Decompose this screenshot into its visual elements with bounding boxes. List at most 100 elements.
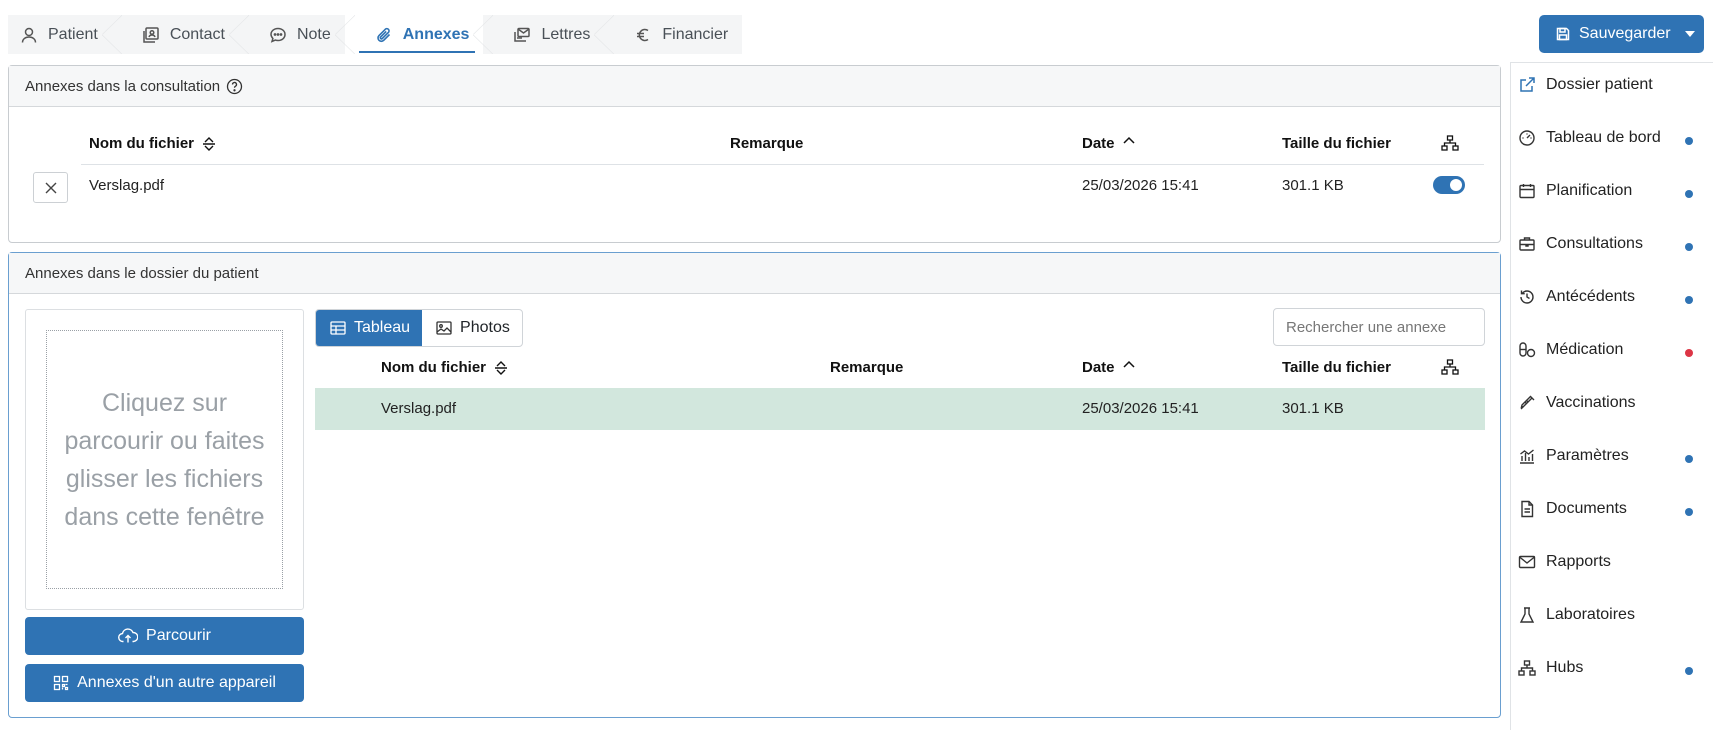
status-dot	[1685, 296, 1693, 304]
tab-label: Lettres	[541, 25, 591, 43]
save-dropdown-toggle[interactable]	[1676, 15, 1704, 53]
view-photos-button[interactable]: Photos	[422, 310, 522, 346]
sidebar-item-parametres[interactable]: Paramètres	[1518, 447, 1708, 465]
table-row[interactable]: Verslag.pdf 25/03/2026 15:41 301.1 KB	[315, 388, 1485, 430]
sidebar-item-label: Planification	[1546, 182, 1633, 199]
column-label: Remarque	[730, 135, 804, 152]
euro-icon	[634, 26, 652, 44]
sidebar-item-medication[interactable]: Médication	[1518, 341, 1708, 359]
view-table-label: Tableau	[354, 319, 411, 336]
file-size: 301.1 KB	[1282, 177, 1344, 194]
briefcase-icon	[1518, 235, 1536, 253]
network-icon	[1518, 659, 1536, 677]
status-dot	[1685, 455, 1693, 463]
sidebar-item-label: Laboratoires	[1546, 606, 1635, 623]
browse-button[interactable]: Parcourir	[25, 617, 304, 655]
tab-note[interactable]: Note	[239, 15, 355, 54]
sort-both-icon	[494, 360, 508, 376]
sidebar-item-documents[interactable]: Documents	[1518, 500, 1708, 518]
tab-label: Patient	[48, 25, 98, 43]
search-attachment-input[interactable]	[1273, 308, 1485, 346]
column-label: Nom du fichier	[381, 359, 487, 376]
other-device-button[interactable]: Annexes d'un autre appareil	[25, 664, 304, 702]
dashboard-icon	[1518, 129, 1536, 147]
sidebar-item-label: Dossier patient	[1546, 76, 1653, 93]
image-icon	[436, 321, 452, 335]
column-header-size[interactable]: Taille du fichier	[1282, 359, 1391, 376]
toggle-knob	[1450, 179, 1462, 191]
share-hub-toggle[interactable]	[1433, 176, 1465, 194]
caret-down-icon	[1685, 31, 1695, 37]
column-header-date[interactable]: Date	[1082, 135, 1135, 152]
sidebar-item-laboratoires[interactable]: Laboratoires	[1518, 606, 1708, 624]
file-date: 25/03/2026 15:41	[1082, 177, 1199, 194]
letters-icon	[513, 26, 531, 44]
consultation-annexes-panel: Annexes dans la consultation Nom du fich…	[8, 65, 1501, 243]
dropzone-text: Cliquez sur parcourir ou faites glisser …	[46, 330, 283, 589]
help-icon[interactable]	[226, 78, 243, 95]
document-icon	[1518, 500, 1536, 518]
column-label: Date	[1082, 135, 1115, 152]
sidebar-item-label: Antécédents	[1546, 288, 1635, 305]
file-size: 301.1 KB	[1282, 400, 1344, 417]
tab-label: Contact	[169, 25, 225, 43]
tab-annexes[interactable]: Annexes	[344, 15, 494, 54]
column-header-size[interactable]: Taille du fichier	[1282, 135, 1391, 152]
sidebar-item-vaccinations[interactable]: Vaccinations	[1518, 394, 1708, 412]
paperclip-icon	[375, 26, 393, 44]
header-divider	[81, 164, 1484, 165]
sort-ascending-icon	[1122, 360, 1135, 368]
calendar-icon	[1518, 182, 1536, 200]
file-name[interactable]: Verslag.pdf	[381, 400, 456, 417]
file-name[interactable]: Verslag.pdf	[89, 177, 164, 194]
qr-code-icon	[53, 675, 69, 691]
sidebar-item-label: Paramètres	[1546, 447, 1629, 464]
network-icon	[1441, 135, 1459, 151]
pills-icon	[1518, 341, 1536, 359]
sidebar-item-hubs[interactable]: Hubs	[1518, 659, 1708, 677]
chat-icon	[269, 26, 287, 44]
tab-lettres[interactable]: Lettres	[483, 15, 615, 54]
file-dropzone[interactable]: Cliquez sur parcourir ou faites glisser …	[25, 309, 304, 610]
tab-financier[interactable]: Financier	[604, 15, 742, 54]
column-label: Remarque	[830, 359, 904, 376]
tab-contact[interactable]: Contact	[112, 15, 250, 54]
save-button[interactable]: Sauvegarder	[1539, 15, 1704, 53]
column-header-remark[interactable]: Remarque	[730, 135, 803, 152]
save-label: Sauvegarder	[1579, 25, 1671, 42]
remove-attachment-button[interactable]	[33, 172, 68, 203]
save-button-main[interactable]: Sauvegarder	[1539, 25, 1676, 43]
sort-both-icon	[202, 136, 216, 152]
sidebar-item-antecedents[interactable]: Antécédents	[1518, 288, 1708, 306]
file-date: 25/03/2026 15:41	[1082, 400, 1199, 417]
person-icon	[20, 26, 38, 44]
sidebar-item-planification[interactable]: Planification	[1518, 182, 1708, 200]
other-device-label: Annexes d'un autre appareil	[77, 674, 276, 691]
view-table-button[interactable]: Tableau	[316, 310, 423, 346]
view-toggle: Tableau Photos	[315, 309, 523, 347]
tab-label: Note	[296, 25, 331, 43]
envelope-icon	[1518, 553, 1536, 571]
sidebar-item-tableau-de-bord[interactable]: Tableau de bord	[1518, 129, 1708, 147]
sidebar-item-label: Rapports	[1546, 553, 1611, 570]
sidebar-item-rapports[interactable]: Rapports	[1518, 553, 1708, 571]
column-header-remark[interactable]: Remarque	[830, 359, 903, 376]
tab-label: Annexes	[402, 25, 470, 43]
tab-patient[interactable]: Patient	[8, 15, 122, 54]
sidebar-item-dossier-patient[interactable]: Dossier patient	[1518, 76, 1708, 94]
sidebar-item-label: Médication	[1546, 341, 1624, 358]
flask-icon	[1518, 606, 1536, 624]
panel-header: Annexes dans la consultation	[9, 66, 1500, 107]
table-icon	[330, 321, 346, 335]
tab-label: Financier	[662, 25, 729, 43]
status-dot	[1685, 667, 1693, 675]
cloud-upload-icon	[118, 628, 139, 644]
syringe-icon	[1518, 394, 1536, 412]
column-header-filename[interactable]: Nom du fichier	[381, 359, 508, 376]
sidebar-item-consultations[interactable]: Consultations	[1518, 235, 1708, 253]
patient-annexes-panel: Annexes dans le dossier du patient Cliqu…	[8, 252, 1501, 718]
hubs-column-header	[1441, 359, 1459, 375]
column-header-date[interactable]: Date	[1082, 359, 1135, 376]
column-header-filename[interactable]: Nom du fichier	[89, 135, 216, 152]
column-label: Date	[1082, 359, 1115, 376]
